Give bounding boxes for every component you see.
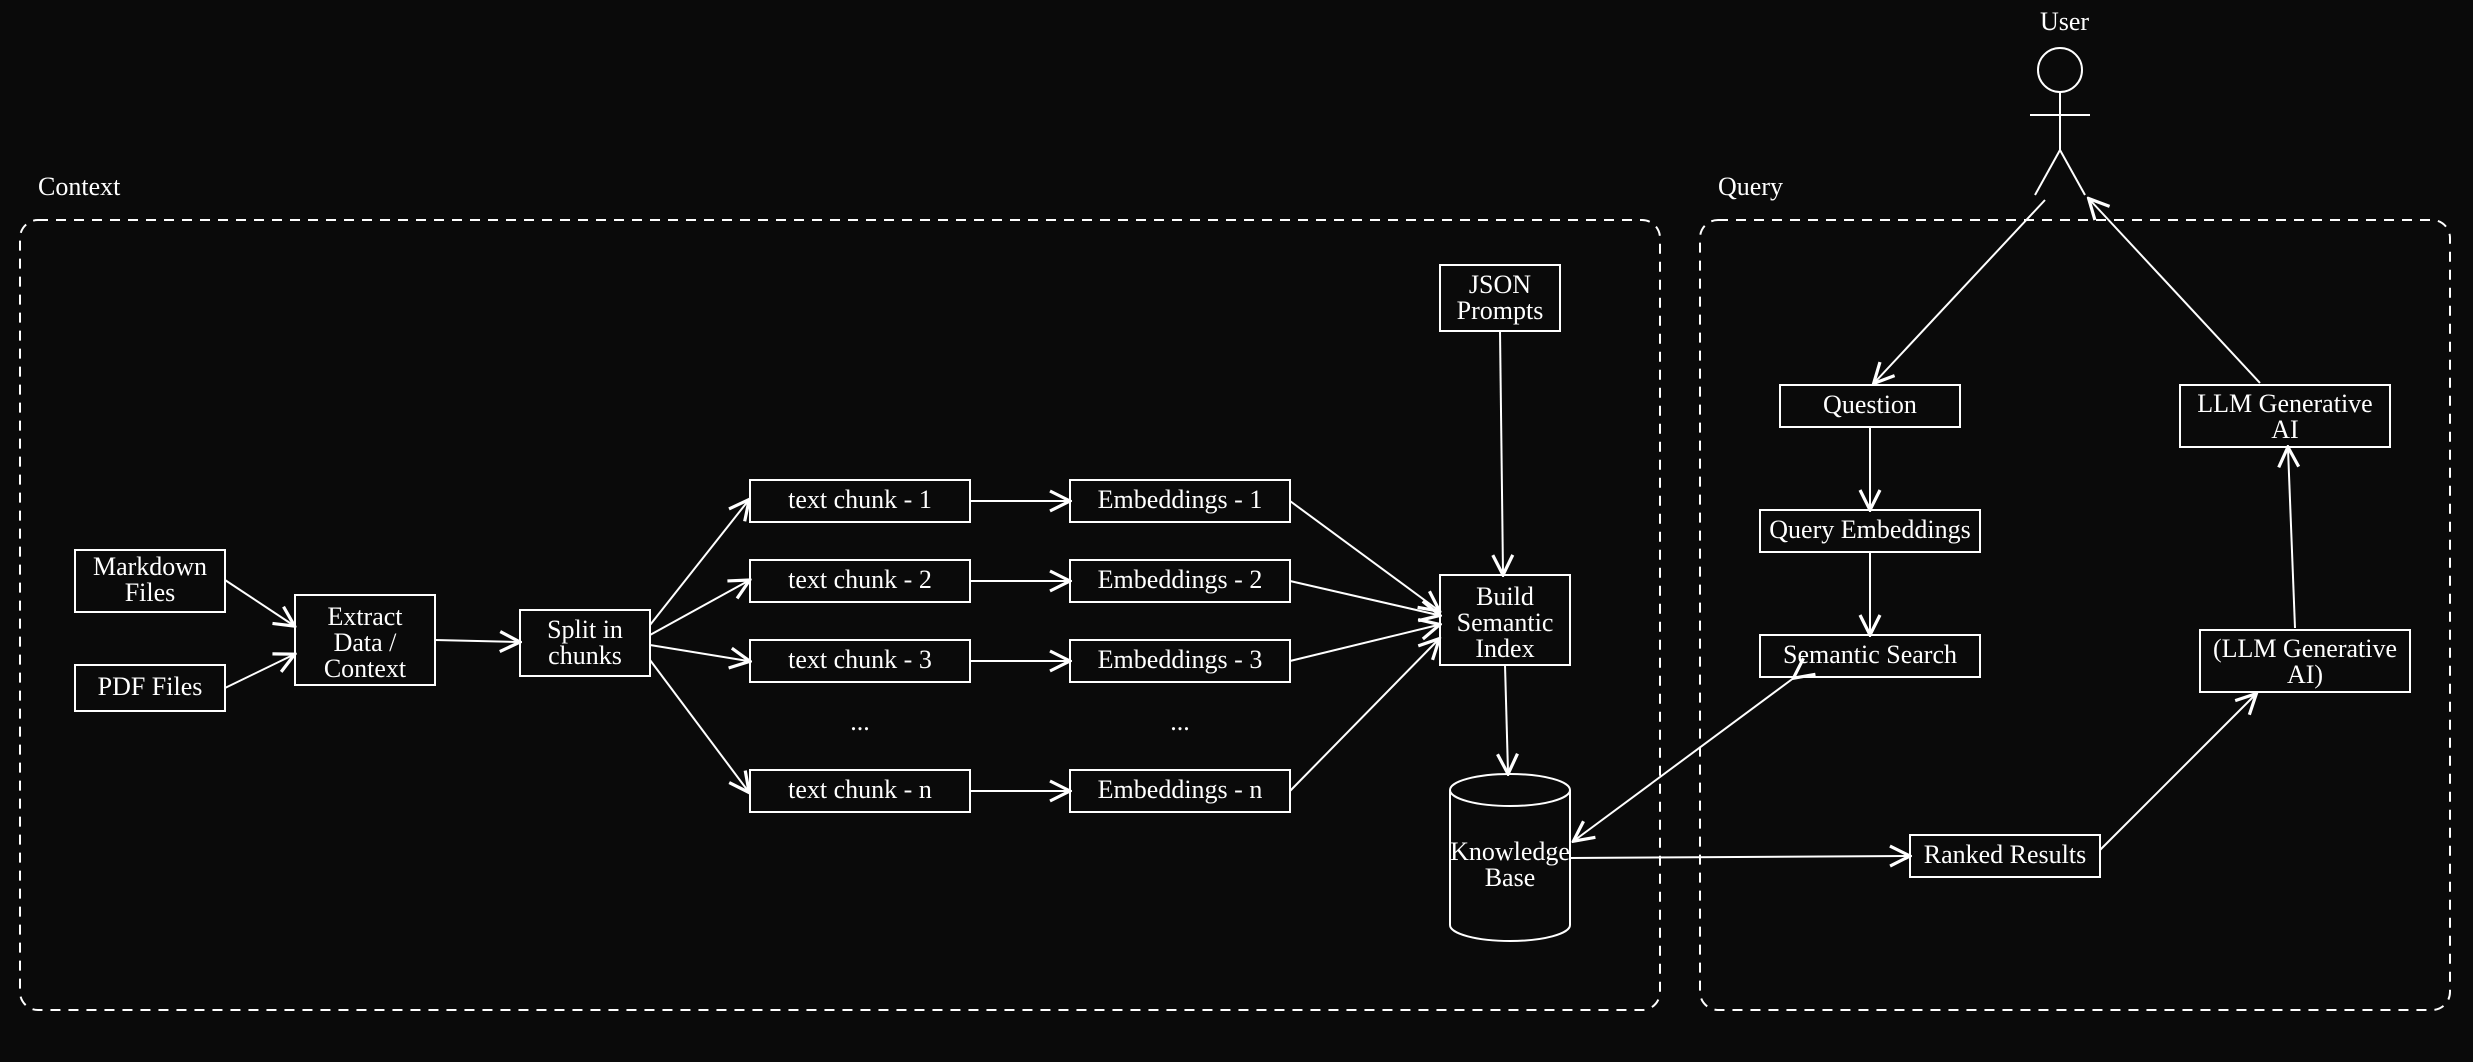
svg-text:ExtractData /Context: ExtractData /Context xyxy=(324,602,407,683)
node-extract: ExtractData /Context Extract Data / Cont… xyxy=(295,595,435,685)
node-markdown: MarkdownFiles Markdown Files xyxy=(75,550,225,612)
node-build: BuildSemanticIndex Build Semantic Index xyxy=(1440,575,1570,665)
node-emb1: Embeddings - 1 xyxy=(1070,480,1290,522)
arrow-embn-build xyxy=(1290,640,1438,791)
user-label: User xyxy=(2040,7,2089,36)
node-semsearch: Semantic Search xyxy=(1760,635,1980,677)
node-kb: KnowledgeBase Knowledge Base xyxy=(1450,774,1570,941)
node-question: Question xyxy=(1780,385,1960,427)
arrow-json-build xyxy=(1500,331,1503,573)
svg-text:(LLM GenerativeAI): (LLM GenerativeAI) xyxy=(2213,634,2397,689)
svg-text:Query Embeddings: Query Embeddings xyxy=(1769,515,1970,544)
svg-text:Embeddings - 1: Embeddings - 1 xyxy=(1098,485,1263,514)
svg-text:Semantic Search: Semantic Search xyxy=(1783,640,1957,669)
query-group-frame xyxy=(1700,220,2450,1010)
node-chunk1: text chunk - 1 xyxy=(750,480,970,522)
context-group-frame xyxy=(20,220,1660,1010)
arrow-extract-split xyxy=(435,640,518,642)
svg-text:text chunk - 2: text chunk - 2 xyxy=(788,565,932,594)
svg-text:Split inchunks: Split inchunks xyxy=(547,615,623,670)
arrow-build-kb xyxy=(1505,665,1508,772)
node-emb3: Embeddings - 3 xyxy=(1070,640,1290,682)
query-group-label: Query xyxy=(1718,172,1783,201)
arrow-ranked-llm2 xyxy=(2100,695,2255,850)
arrow-pdf-extract xyxy=(225,655,293,688)
svg-text:Ranked Results: Ranked Results xyxy=(1924,840,2087,869)
svg-text:JSONPrompts: JSONPrompts xyxy=(1457,270,1544,325)
svg-text:Question: Question xyxy=(1823,390,1917,419)
svg-text:Embeddings - 2: Embeddings - 2 xyxy=(1098,565,1263,594)
arrow-semsearch-kb xyxy=(1575,677,1795,840)
arrow-emb2-build xyxy=(1290,581,1438,615)
node-embn: Embeddings - n xyxy=(1070,770,1290,812)
svg-text:Embeddings - n: Embeddings - n xyxy=(1098,775,1263,804)
arrow-kb-ranked xyxy=(1570,856,1908,858)
context-group-label: Context xyxy=(38,172,121,201)
chunk-ellipsis: ... xyxy=(850,707,870,736)
node-llmgen: LLM GenerativeAI LLM Generative AI xyxy=(2180,385,2390,447)
node-pdf: PDF Files xyxy=(75,665,225,711)
svg-text:KnowledgeBase: KnowledgeBase xyxy=(1450,837,1570,892)
node-emb2: Embeddings - 2 xyxy=(1070,560,1290,602)
node-chunk3: text chunk - 3 xyxy=(750,640,970,682)
node-ranked: Ranked Results xyxy=(1910,835,2100,877)
arrow-split-chunkn xyxy=(650,660,748,791)
arrow-md-extract xyxy=(225,580,293,625)
arrow-emb3-build xyxy=(1290,625,1438,661)
arrow-emb1-build xyxy=(1290,501,1438,610)
svg-text:PDF Files: PDF Files xyxy=(98,672,203,701)
node-qemb: Query Embeddings xyxy=(1760,510,1980,552)
arrow-llm2-llm xyxy=(2288,449,2295,628)
node-split: Split inchunks Split in chunks xyxy=(520,610,650,676)
svg-text:LLM GenerativeAI: LLM GenerativeAI xyxy=(2197,389,2372,444)
arrow-split-chunk3 xyxy=(650,645,748,661)
emb-ellipsis: ... xyxy=(1170,707,1190,736)
node-chunk2: text chunk - 2 xyxy=(750,560,970,602)
svg-text:Embeddings - 3: Embeddings - 3 xyxy=(1098,645,1263,674)
svg-text:BuildSemanticIndex: BuildSemanticIndex xyxy=(1457,582,1554,663)
arrow-llm-user xyxy=(2090,200,2260,383)
svg-text:text chunk - 1: text chunk - 1 xyxy=(788,485,932,514)
svg-text:text chunk - n: text chunk - n xyxy=(788,775,932,804)
user-icon xyxy=(2030,48,2090,195)
node-llmgen2: (LLM GenerativeAI) (LLM Generative AI) xyxy=(2200,630,2410,692)
arrow-split-chunk1 xyxy=(650,501,748,625)
node-chunkn: text chunk - n xyxy=(750,770,970,812)
arrow-user-question xyxy=(1875,200,2045,382)
svg-text:MarkdownFiles: MarkdownFiles xyxy=(93,552,207,607)
svg-text:text chunk - 3: text chunk - 3 xyxy=(788,645,932,674)
node-json: JSONPrompts JSON Prompts xyxy=(1440,265,1560,331)
